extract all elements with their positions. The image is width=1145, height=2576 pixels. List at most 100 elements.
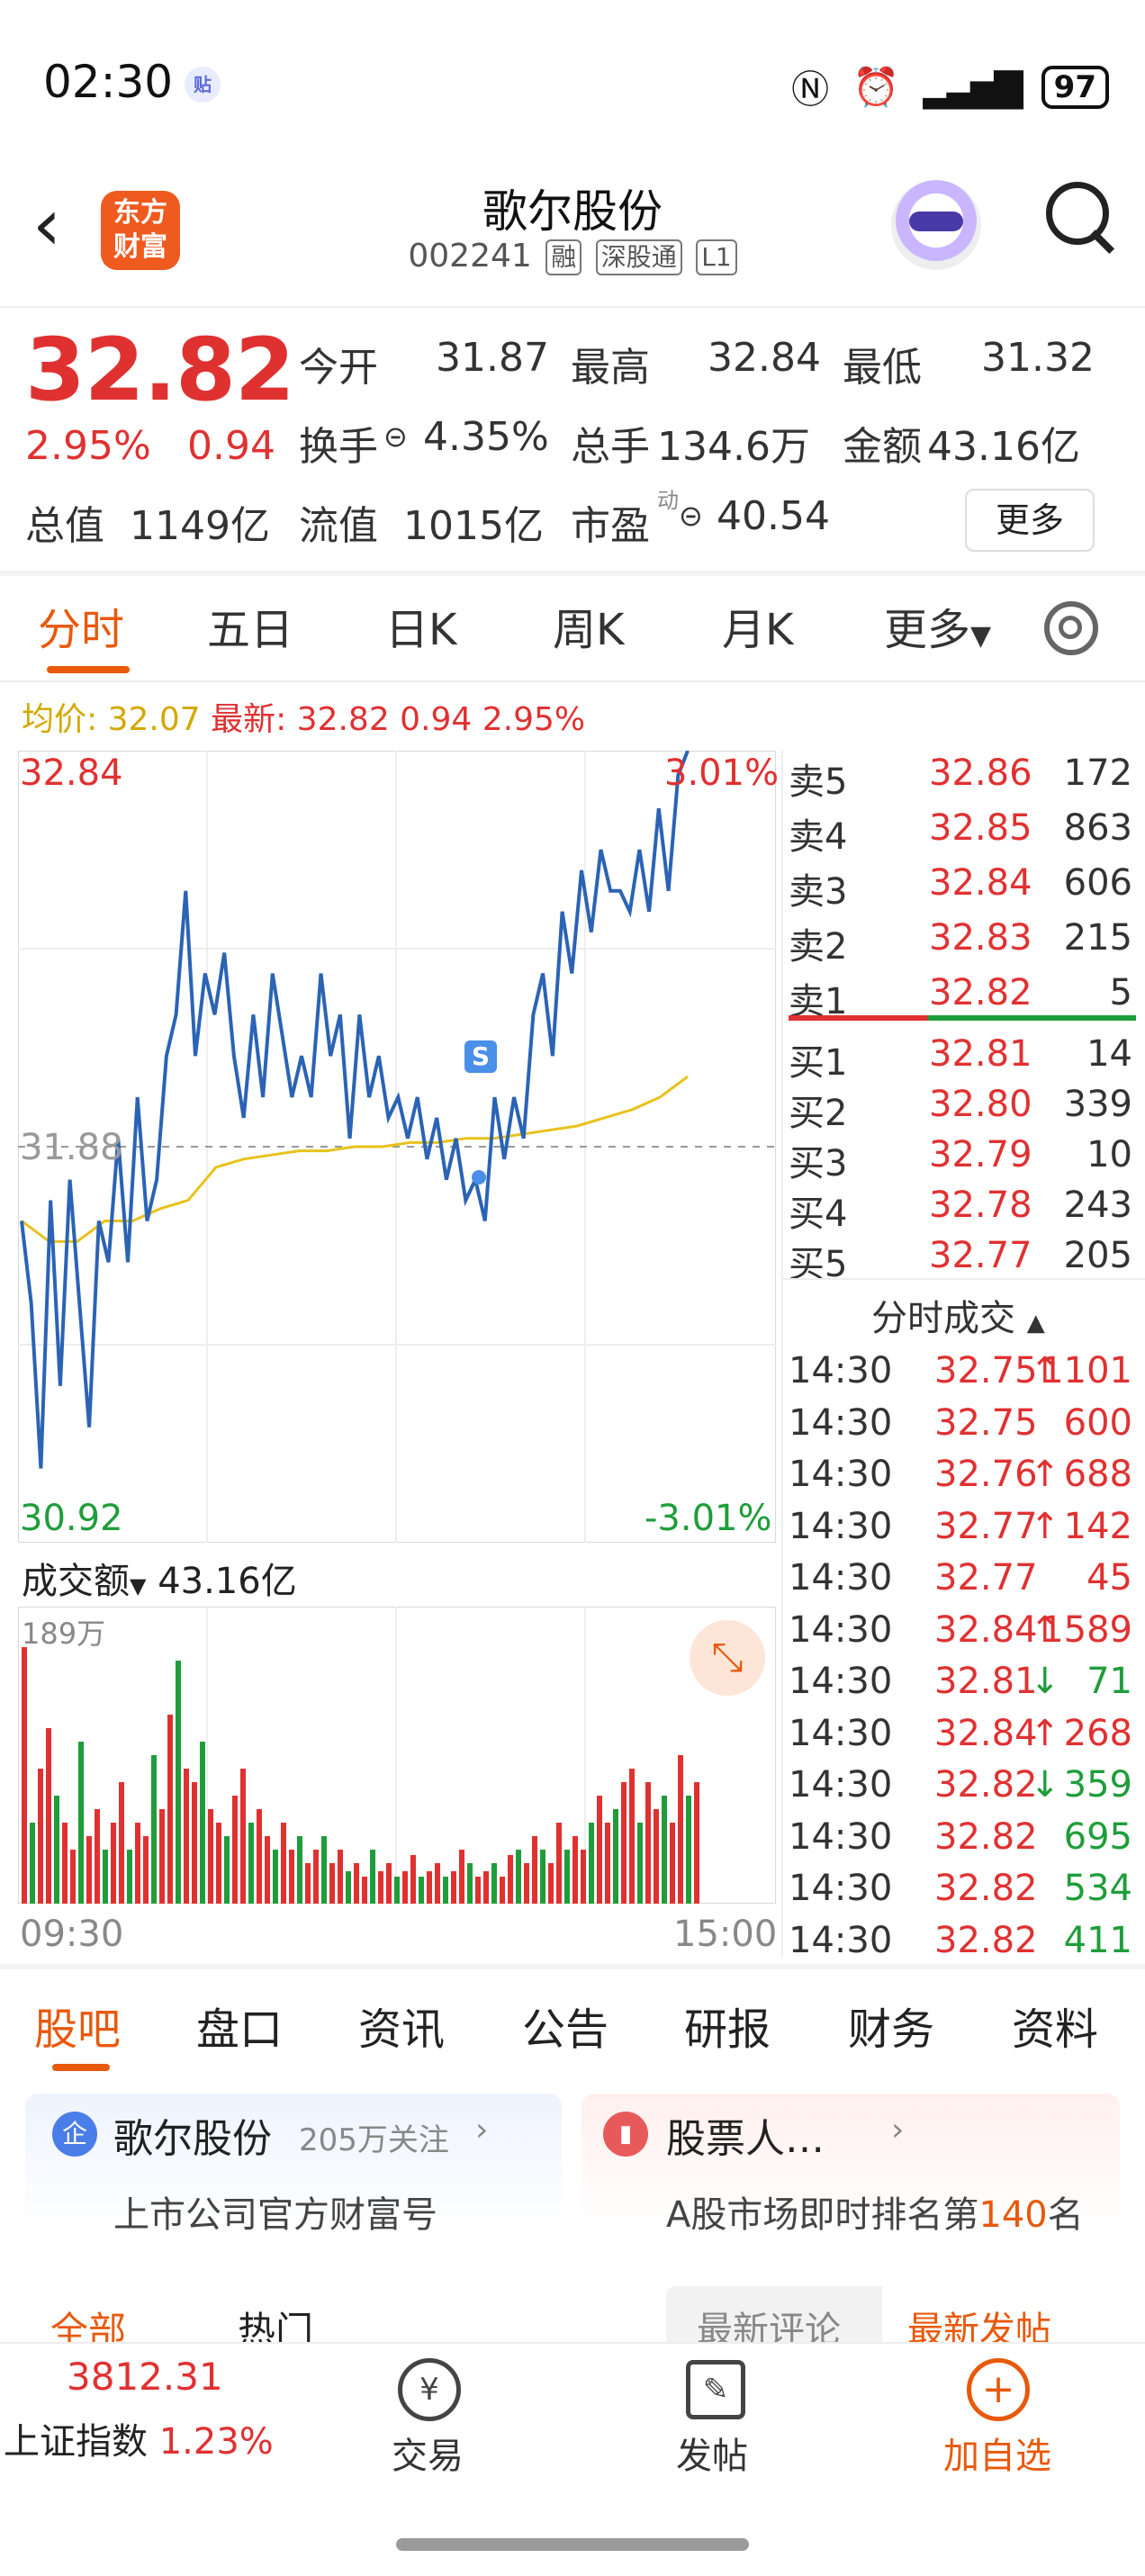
- order-price: 32.81: [929, 1033, 1032, 1075]
- info-icon[interactable]: ⊝: [383, 419, 408, 454]
- pe-info-icon[interactable]: ⊝: [679, 499, 703, 533]
- expand-icon[interactable]: ⤡: [690, 1620, 765, 1696]
- edit-icon[interactable]: ✎: [686, 2360, 745, 2419]
- volume-bar: [394, 1877, 400, 1904]
- tab-more[interactable]: 更多▼: [884, 594, 991, 657]
- trade-price: 32.82: [934, 1764, 1038, 1806]
- volume-bar: [694, 1782, 699, 1904]
- tab-news[interactable]: 资讯: [358, 1994, 445, 2057]
- company-card-name: 歌尔股份: [113, 2116, 272, 2162]
- float-cap-value: 1015亿: [403, 503, 544, 549]
- float-cap-label: 流值: [299, 503, 378, 549]
- intraday-chart[interactable]: [18, 751, 776, 1543]
- volume-selector[interactable]: 成交额▼ 43.16亿: [22, 1552, 297, 1604]
- trade-price: 32.84: [934, 1608, 1038, 1651]
- tab-forum[interactable]: 股吧: [34, 1994, 121, 2057]
- trade-time: 14:30: [789, 1764, 893, 1806]
- tag-level: L1: [696, 239, 737, 275]
- status-time: 02:30: [43, 56, 174, 108]
- volume-bar: [386, 1863, 392, 1904]
- tab-monthly-k[interactable]: 月K: [722, 594, 793, 657]
- tab-announcements[interactable]: 公告: [522, 1994, 609, 2057]
- volume-bar: [257, 1809, 262, 1904]
- trade-row: 14:30 32.75 ↑ 1101: [789, 1350, 1140, 1401]
- home-indicator[interactable]: [396, 2538, 749, 2551]
- open-value: 31.87: [436, 335, 549, 381]
- volume-bar: [443, 1877, 448, 1904]
- trade-volume: 688: [1063, 1454, 1132, 1495]
- trade-price: 32.84: [934, 1712, 1038, 1754]
- trade-row: 14:30 32.82 ↓ 359: [789, 1764, 1140, 1815]
- volume-bar: [346, 1871, 351, 1904]
- notification-badge-icon: 贴: [185, 67, 221, 103]
- trades-divider: [781, 1278, 1145, 1280]
- volume-bar: [30, 1823, 35, 1904]
- amount-label: 金额: [843, 424, 922, 470]
- trade-row: 14:30 32.84 ↑ 268: [789, 1713, 1140, 1763]
- signal-marker-icon[interactable]: S: [464, 1040, 497, 1073]
- tab-handicap[interactable]: 盘口: [196, 1994, 283, 2057]
- tab-weekly-k[interactable]: 周K: [553, 594, 624, 657]
- trade-time: 14:30: [789, 1661, 893, 1702]
- trade-price: 32.77: [934, 1505, 1038, 1547]
- order-level: 买3: [789, 1143, 848, 1184]
- volume-bar: [176, 1661, 181, 1904]
- axis-price-low: 30.92: [20, 1498, 123, 1539]
- volume-bar: [459, 1850, 464, 1904]
- trade-time: 14:30: [789, 1712, 893, 1754]
- volume-bar: [167, 1715, 173, 1904]
- volume-bar: [516, 1850, 521, 1904]
- trade-row: 14:30 32.84 ↑ 1589: [789, 1609, 1140, 1660]
- volume-bar: [597, 1796, 602, 1904]
- tab-daily-k[interactable]: 日K: [385, 594, 456, 657]
- header-divider: [0, 306, 1145, 308]
- nav-trade[interactable]: 交易: [360, 2427, 495, 2479]
- index-row[interactable]: 上证指数 1.23%: [4, 2412, 274, 2464]
- add-icon[interactable]: +: [967, 2358, 1030, 2421]
- volume-bar: [232, 1796, 238, 1904]
- order-volume: 172: [1063, 752, 1132, 794]
- trade-volume: 1589: [1041, 1608, 1132, 1651]
- tab-five-day[interactable]: 五日: [207, 594, 293, 657]
- tab-profile[interactable]: 资料: [1012, 1994, 1098, 2057]
- volume-bar: [208, 1809, 213, 1904]
- trade-price: 32.75: [934, 1350, 1038, 1392]
- volume-bar: [192, 1782, 197, 1904]
- ranking-number: 140: [978, 2194, 1048, 2236]
- index-value[interactable]: 3812.31: [67, 2355, 223, 2399]
- tab-intraday[interactable]: 分时: [38, 594, 124, 657]
- order-price: 32.83: [929, 917, 1032, 959]
- volume-bar: [402, 1871, 408, 1904]
- index-name: 上证指数: [4, 2421, 148, 2463]
- axis-pct-high: 3.01%: [664, 752, 780, 794]
- volume-bar: [86, 1836, 92, 1904]
- nav-add-watchlist[interactable]: 加自选: [927, 2427, 1068, 2479]
- volume-bar: [662, 1796, 667, 1904]
- volume-bar: [686, 1796, 691, 1904]
- axis-ref-price: 31.88: [20, 1127, 123, 1168]
- trade-icon[interactable]: ¥: [398, 2358, 461, 2421]
- more-button[interactable]: 更多: [965, 489, 1095, 552]
- volume-type-label: 成交额: [22, 1561, 130, 1602]
- nav-post[interactable]: 发帖: [645, 2427, 780, 2479]
- volume-bar: [289, 1850, 294, 1904]
- volume-bar: [621, 1782, 627, 1904]
- trade-price: 32.76: [934, 1454, 1038, 1495]
- volume-bar: [184, 1769, 189, 1904]
- volume-bar: [589, 1823, 594, 1904]
- tab-research[interactable]: 研报: [684, 1994, 771, 2057]
- volume-chart[interactable]: [18, 1607, 776, 1904]
- chevron-right-icon-2: ›: [891, 2112, 905, 2148]
- trades-title[interactable]: 分时成交 ▲: [871, 1289, 1045, 1341]
- avg-price-info: 均价: 32.07 最新: 32.82 0.94 2.95%: [22, 693, 585, 740]
- change-percent: 2.95%: [25, 423, 151, 469]
- volume-bar: [435, 1863, 440, 1904]
- pe-dynamic-sup: 动: [657, 488, 679, 513]
- volume-bar: [354, 1863, 359, 1904]
- trade-row: 14:30 32.81 ↓ 71: [789, 1661, 1140, 1711]
- order-level: 卖5: [789, 761, 848, 803]
- volume-caret-icon: ▼: [130, 1573, 147, 1599]
- volume-bar: [95, 1809, 100, 1904]
- tab-financials[interactable]: 财务: [848, 1994, 934, 2057]
- volume-bar: [265, 1836, 270, 1904]
